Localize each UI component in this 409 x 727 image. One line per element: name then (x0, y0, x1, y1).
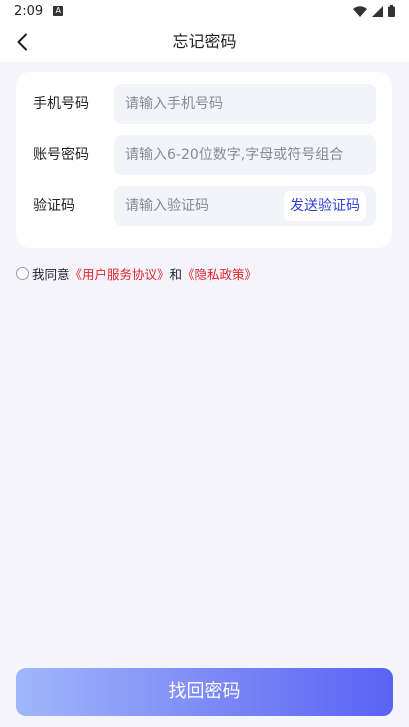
back-button[interactable] (8, 28, 36, 56)
user-agreement-link[interactable]: 《用户服务协议》 (70, 264, 170, 283)
agreement: 我同意 《用户服务协议》 和 《隐私政策》 (16, 264, 257, 282)
status-right (353, 5, 395, 17)
send-code-button[interactable]: 发送验证码 (284, 191, 366, 221)
code-label: 验证码 (33, 198, 75, 214)
password-label: 账号密码 (33, 147, 89, 163)
agree-radio[interactable] (16, 266, 29, 280)
phone-input[interactable] (114, 84, 376, 124)
form-card: 手机号码 账号密码 验证码 发送验证码 (16, 72, 392, 248)
nav-bar: 忘记密码 (0, 22, 409, 62)
password-row: 账号密码 (16, 135, 392, 175)
retrieve-password-button[interactable]: 找回密码 (16, 668, 393, 716)
battery-icon (388, 5, 395, 17)
phone-field-box (114, 84, 376, 124)
phone-label: 手机号码 (33, 96, 89, 112)
privacy-policy-link[interactable]: 《隐私政策》 (182, 264, 257, 283)
status-bar: 2:09 A (0, 0, 409, 22)
code-field-box: 发送验证码 (114, 186, 376, 226)
agreement-conjunction: 和 (169, 266, 183, 282)
signal-icon (372, 5, 383, 17)
notification-icon: A (53, 6, 64, 16)
code-row: 验证码 发送验证码 (16, 186, 392, 226)
phone-row: 手机号码 (16, 84, 392, 124)
password-field-box (114, 135, 376, 175)
password-input[interactable] (114, 135, 376, 175)
verification-code-input[interactable] (114, 186, 274, 226)
chevron-left-icon (17, 33, 27, 51)
status-time: 2:09 (14, 3, 44, 19)
wifi-icon (353, 5, 367, 17)
status-left: 2:09 A (14, 3, 64, 19)
page-title: 忘记密码 (172, 32, 237, 51)
agreement-prefix: 我同意 (32, 266, 70, 282)
